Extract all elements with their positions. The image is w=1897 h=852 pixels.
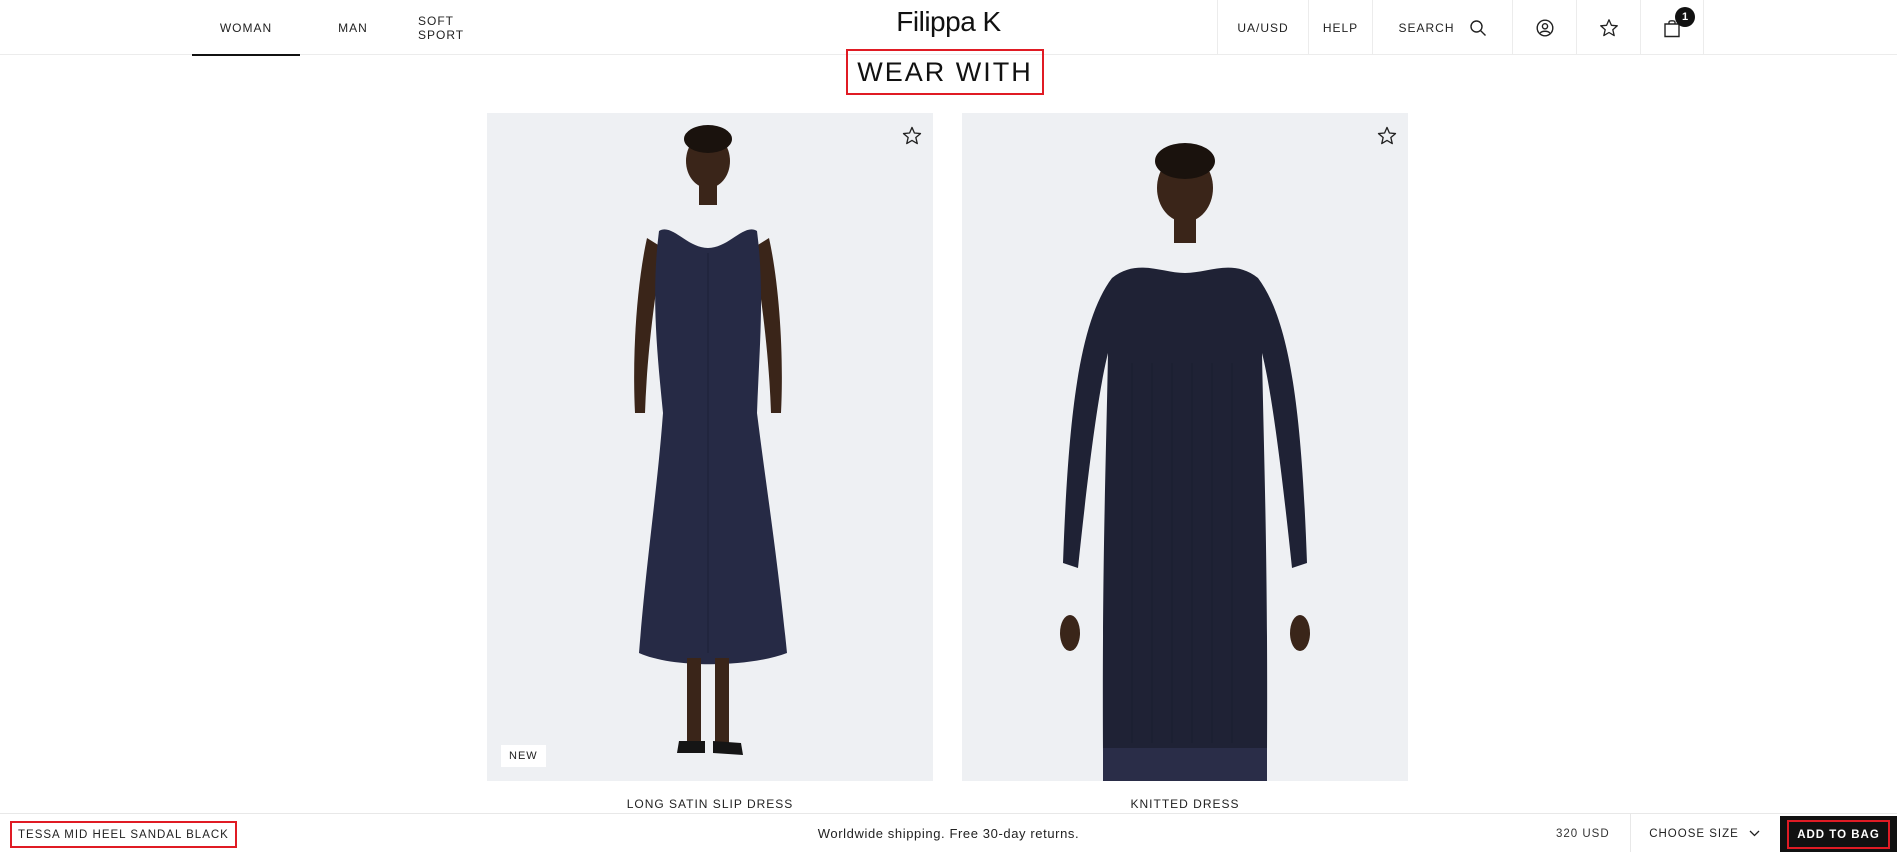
nav-soft-sport[interactable]: SOFT SPORT — [418, 0, 504, 55]
product-image[interactable] — [962, 113, 1408, 781]
search-icon — [1469, 19, 1486, 36]
help-label: HELP — [1322, 20, 1359, 35]
account-button[interactable] — [1512, 0, 1576, 55]
cart-count-badge: 1 — [1675, 7, 1695, 27]
product-price: 320 USD — [1556, 814, 1610, 852]
chevron-down-icon — [1749, 830, 1760, 837]
brand-logo[interactable]: Filippa K — [896, 6, 1001, 37]
model-illustration — [487, 113, 933, 781]
favorite-star-icon[interactable] — [1376, 125, 1398, 147]
account-icon — [1535, 18, 1554, 37]
bag-button[interactable]: 1 — [1640, 0, 1704, 55]
nav-woman-label: WOMAN — [219, 20, 273, 35]
nav-woman[interactable]: WOMAN — [192, 0, 300, 56]
current-product-name-text: TESSA MID HEEL SANDAL BLACK — [18, 828, 229, 841]
help-link[interactable]: HELP — [1308, 0, 1372, 55]
search-label: SEARCH — [1398, 20, 1455, 35]
currency-label: UA/USD — [1237, 20, 1289, 35]
size-dropdown[interactable]: CHOOSE SIZE — [1630, 814, 1778, 852]
nav-soft-sport-label: SOFT SPORT — [418, 13, 465, 42]
add-to-bag-button[interactable]: ADD TO BAG — [1780, 816, 1897, 852]
product-card[interactable]: NEW — [487, 113, 933, 781]
product-image[interactable] — [487, 113, 933, 781]
sticky-purchase-bar: TESSA MID HEEL SANDAL BLACK Worldwide sh… — [0, 813, 1897, 852]
add-to-bag-label: ADD TO BAG — [1787, 820, 1890, 849]
favorite-star-icon[interactable] — [901, 125, 923, 147]
new-badge: NEW — [501, 745, 546, 767]
shipping-info: Worldwide shipping. Free 30-day returns. — [0, 814, 1897, 852]
shipping-text: Worldwide shipping. Free 30-day returns. — [817, 826, 1080, 841]
product-name[interactable]: KNITTED DRESS — [962, 797, 1408, 811]
product-name[interactable]: LONG SATIN SLIP DRESS — [487, 797, 933, 811]
product-card[interactable] — [962, 113, 1408, 781]
star-icon — [1599, 18, 1618, 36]
currency-selector[interactable]: UA/USD — [1217, 0, 1308, 55]
search-button[interactable]: SEARCH — [1372, 0, 1512, 55]
wishlist-button[interactable] — [1576, 0, 1640, 55]
site-header: WOMAN MAN SOFT SPORT Filippa K UA/USD HE… — [0, 0, 1897, 56]
current-product-name: TESSA MID HEEL SANDAL BLACK — [10, 821, 237, 848]
nav-man[interactable]: MAN — [330, 0, 376, 55]
section-title-text: WEAR WITH — [857, 56, 1033, 87]
size-dropdown-label: CHOOSE SIZE — [1649, 827, 1739, 840]
product-price-text: 320 USD — [1556, 827, 1610, 840]
section-title: WEAR WITH — [846, 49, 1044, 95]
nav-man-label: MAN — [338, 20, 368, 35]
model-illustration — [962, 113, 1408, 781]
